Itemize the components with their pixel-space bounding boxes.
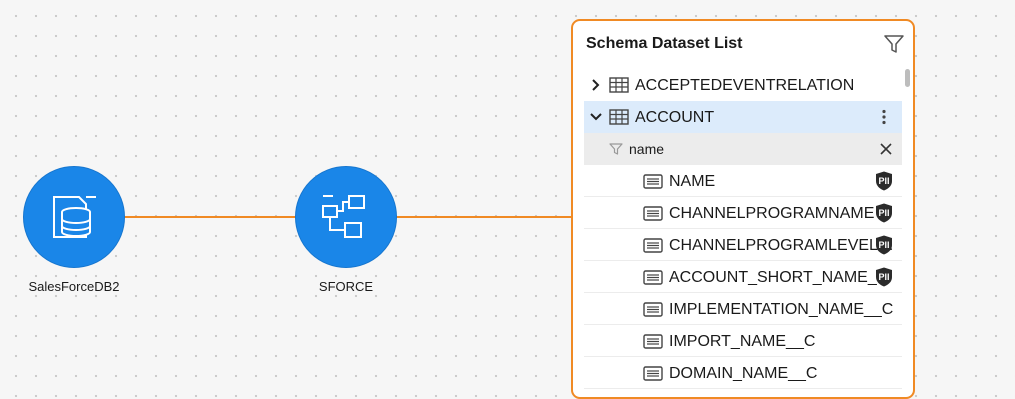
column-search-row xyxy=(584,133,902,165)
more-options-icon[interactable] xyxy=(876,109,892,125)
column-row[interactable]: DOMAIN_NAME__C xyxy=(584,357,902,389)
pii-badge-icon: PII xyxy=(876,235,892,255)
column-row[interactable]: CHANNELPROGRAMNAME PII xyxy=(584,197,902,229)
table-icon xyxy=(609,77,629,93)
column-name: IMPLEMENTATION_NAME__C xyxy=(669,301,894,318)
scrollbar-thumb[interactable] xyxy=(905,69,910,87)
column-name: CHANNELPROGRAMLEVEL… xyxy=(669,237,894,254)
column-row[interactable]: ACCOUNT_SHORT_NAME_… PII xyxy=(584,261,902,293)
pii-badge-icon: PII xyxy=(876,267,892,287)
column-name: ACCOUNT_SHORT_NAME_… xyxy=(669,269,893,286)
close-icon[interactable] xyxy=(880,143,892,155)
column-icon xyxy=(643,238,663,253)
column-name: NAME xyxy=(669,173,716,190)
column-icon xyxy=(643,334,663,349)
column-icon xyxy=(643,366,663,381)
table-row-acceptedeventrelation[interactable]: ACCEPTEDEVENTRELATION xyxy=(584,69,902,101)
column-icon xyxy=(643,206,663,221)
chevron-right-icon[interactable] xyxy=(589,78,603,92)
schema-icon xyxy=(322,195,365,238)
pii-badge-icon: PII xyxy=(876,203,892,223)
column-name: IMPORT_NAME__C xyxy=(669,333,816,350)
pii-label: PII xyxy=(878,240,889,250)
table-row-account[interactable]: ACCOUNT xyxy=(584,101,902,133)
column-icon xyxy=(643,174,663,189)
panel-header: Schema Dataset List xyxy=(573,21,913,65)
column-name: CHANNELPROGRAMNAME xyxy=(669,205,875,222)
node-label-sforce: SFORCE xyxy=(318,279,374,294)
scrollbar[interactable] xyxy=(904,69,912,397)
node-sforce[interactable] xyxy=(295,166,397,268)
filter-icon xyxy=(609,143,623,155)
column-name: DOMAIN_NAME__C xyxy=(669,365,818,382)
filter-icon[interactable] xyxy=(883,33,905,55)
schema-dataset-panel: Schema Dataset List ACCEPTEDEVENTRELATIO… xyxy=(571,19,915,399)
pii-badge-icon: PII xyxy=(876,171,892,191)
table-name: ACCEPTEDEVENTRELATION xyxy=(635,77,855,94)
column-icon xyxy=(643,270,663,285)
chevron-down-icon[interactable] xyxy=(589,110,603,124)
column-row[interactable]: IMPLEMENTATION_NAME__C xyxy=(584,293,902,325)
pii-label: PII xyxy=(878,272,889,282)
column-row[interactable]: CHANNELPROGRAMLEVEL… PII xyxy=(584,229,902,261)
column-search-input[interactable] xyxy=(629,139,859,159)
column-icon xyxy=(643,302,663,317)
column-row[interactable]: NAME PII xyxy=(584,165,902,197)
node-salesforcedb2[interactable] xyxy=(23,166,125,268)
column-row[interactable]: IMPORT_NAME__C xyxy=(584,325,902,357)
panel-title: Schema Dataset List xyxy=(586,35,743,52)
node-label-salesforcedb2: SalesForceDB2 xyxy=(28,279,120,294)
table-name: ACCOUNT xyxy=(635,109,715,126)
pii-label: PII xyxy=(878,208,889,218)
pii-label: PII xyxy=(878,176,889,186)
database-icon xyxy=(53,196,96,238)
table-icon xyxy=(609,109,629,125)
